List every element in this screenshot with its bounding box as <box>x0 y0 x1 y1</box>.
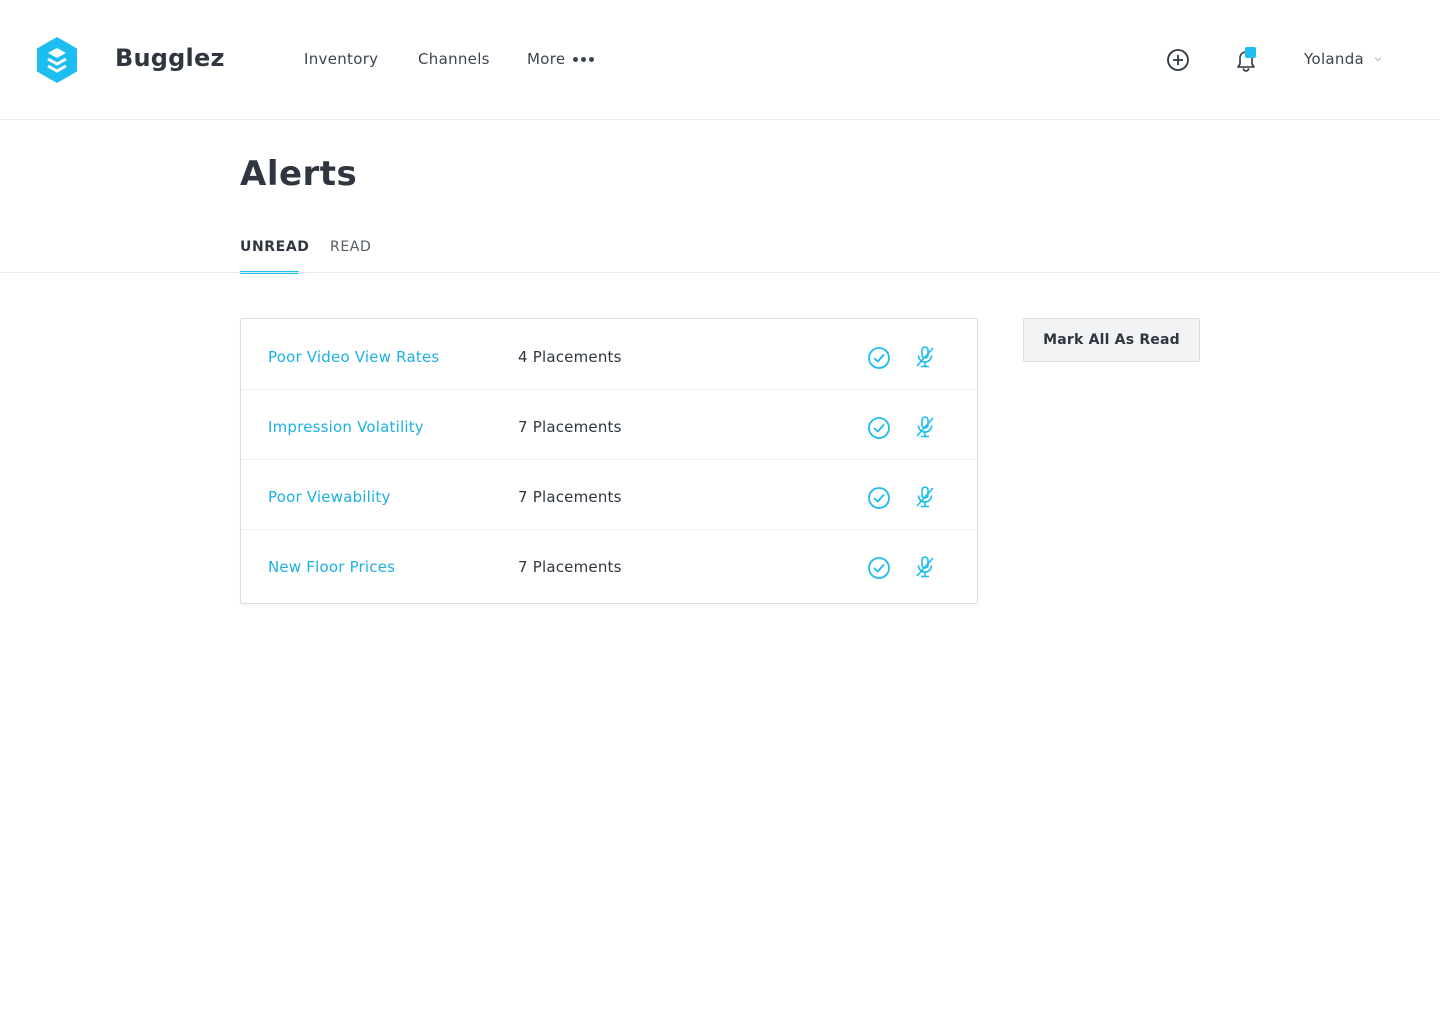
alert-row: Impression Volatility 7 Placements <box>241 389 977 460</box>
brand-name: Bugglez <box>115 44 225 72</box>
alert-placement-count: 7 Placements <box>518 418 622 436</box>
alert-name-link[interactable]: Impression Volatility <box>268 418 424 436</box>
alert-placement-count: 7 Placements <box>518 558 622 576</box>
alert-name-link[interactable]: Poor Viewability <box>268 488 391 506</box>
alert-row: Poor Video View Rates 4 Placements <box>241 319 977 390</box>
top-navigation-bar: Bugglez Inventory Channels More Yolanda <box>0 0 1440 120</box>
bugglez-logo-icon[interactable] <box>36 36 78 84</box>
notification-badge <box>1245 47 1256 58</box>
microphone-off-icon[interactable] <box>913 345 937 369</box>
tab-read[interactable]: READ <box>330 239 371 255</box>
chevron-down-icon <box>1374 57 1382 62</box>
user-menu[interactable]: Yolanda <box>1304 50 1382 68</box>
check-circle-icon[interactable] <box>867 556 891 580</box>
nav-item-more[interactable]: More <box>527 50 595 68</box>
alert-name-link[interactable]: New Floor Prices <box>268 558 395 576</box>
mark-all-as-read-button[interactable]: Mark All As Read <box>1023 318 1200 362</box>
more-dots-icon <box>573 56 595 62</box>
alert-placement-count: 4 Placements <box>518 348 622 366</box>
check-circle-icon[interactable] <box>867 346 891 370</box>
nav-item-channels[interactable]: Channels <box>418 50 490 68</box>
alert-name-link[interactable]: Poor Video View Rates <box>268 348 439 366</box>
alerts-list: Poor Video View Rates 4 Placements Impre… <box>240 318 978 604</box>
microphone-off-icon[interactable] <box>913 485 937 509</box>
page-title: Alerts <box>240 154 358 194</box>
alert-row: Poor Viewability 7 Placements <box>241 459 977 530</box>
alert-placement-count: 7 Placements <box>518 488 622 506</box>
tabs-divider <box>0 272 1440 273</box>
nav-item-inventory[interactable]: Inventory <box>304 50 378 68</box>
microphone-off-icon[interactable] <box>913 555 937 579</box>
user-name: Yolanda <box>1304 50 1365 68</box>
tab-unread[interactable]: UNREAD <box>240 239 310 255</box>
check-circle-icon[interactable] <box>867 486 891 510</box>
alert-row: New Floor Prices 7 Placements <box>241 529 977 599</box>
check-circle-icon[interactable] <box>867 416 891 440</box>
microphone-off-icon[interactable] <box>913 415 937 439</box>
nav-more-label: More <box>527 50 566 68</box>
plus-circle-icon[interactable] <box>1166 48 1190 72</box>
